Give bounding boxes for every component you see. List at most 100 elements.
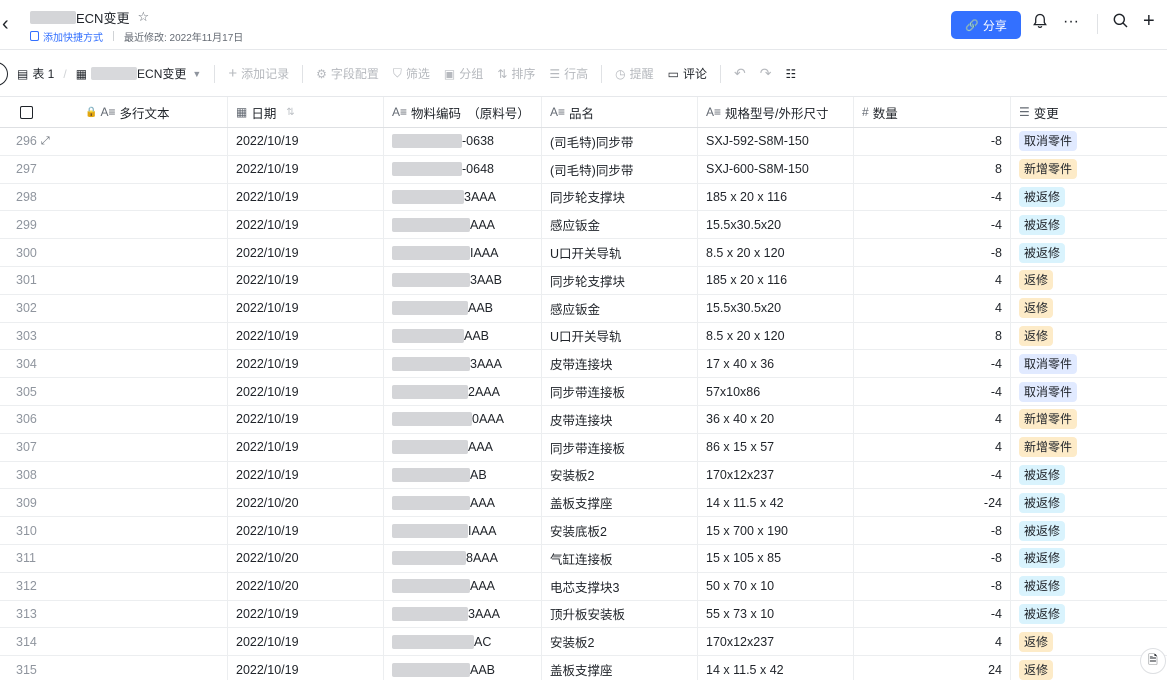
material-code-cell[interactable]: AB [384, 461, 542, 489]
name-cell[interactable]: U口开关导轨 [542, 322, 698, 350]
name-cell[interactable]: 同步轮支撑块 [542, 266, 698, 294]
date-cell[interactable]: 2022/10/19 [228, 378, 384, 405]
name-cell[interactable]: 气缸连接板 [542, 544, 698, 572]
material-code-cell[interactable]: AAB [384, 656, 542, 680]
change-cell[interactable]: 取消零件 [1011, 378, 1167, 405]
date-cell[interactable]: 2022/10/19 [228, 128, 384, 155]
bell-icon[interactable] [1033, 13, 1047, 36]
change-cell[interactable]: 返修 [1011, 295, 1167, 322]
change-cell[interactable]: 新增零件 [1011, 156, 1167, 183]
quantity-cell[interactable]: 4 [854, 433, 1011, 461]
spec-cell[interactable]: SXJ-600-S8M-150 [698, 155, 854, 183]
quantity-cell[interactable]: -4 [854, 350, 1011, 378]
expand-icon[interactable]: ⤢ [41, 135, 50, 148]
material-code-cell[interactable]: AAB [384, 294, 542, 322]
table-row[interactable]: 305 2022/10/19 2AAA 同步带连接板 57x10x86 -4 取消零件 [0, 378, 1167, 406]
material-code-cell[interactable]: AAA [384, 211, 542, 239]
table-row[interactable]: 301 2022/10/19 3AAB 同步轮支撑块 185 x 20 x 116 4 返修 [0, 266, 1167, 295]
table-row[interactable]: 313 2022/10/19 3AAA 顶升板安装板 55 x 73 x 10 -4 被返修 [0, 600, 1167, 629]
spec-cell[interactable]: 15 x 700 x 190 [698, 517, 854, 544]
name-cell[interactable]: 感应钣金 [542, 294, 698, 322]
table-row[interactable]: 300 2022/10/19 IAAA U口开关导轨 8.5 x 20 x 120 -8 被… [0, 239, 1167, 267]
row-number-cell[interactable]: 309 [0, 489, 228, 517]
quantity-cell[interactable]: 4 [854, 405, 1011, 433]
material-code-cell[interactable]: AAA [384, 489, 542, 517]
spec-cell[interactable]: 55 x 73 x 10 [698, 600, 854, 628]
undo-button[interactable]: ↶ [727, 62, 753, 86]
material-code-cell[interactable]: 0AAA [384, 405, 542, 433]
row-number-cell[interactable]: 308 [0, 461, 228, 489]
change-cell[interactable]: 被返修 [1011, 239, 1167, 266]
change-cell[interactable]: 返修 [1011, 323, 1167, 350]
material-code-cell[interactable]: -0638 [384, 128, 542, 155]
spec-cell[interactable]: 57x10x86 [698, 378, 854, 405]
date-cell[interactable]: 2022/10/20 [228, 544, 384, 572]
column-header-material-code[interactable]: A≡ 物料编码 （原料号） [384, 97, 542, 127]
name-cell[interactable]: 同步带连接板 [542, 433, 698, 461]
row-number-cell[interactable]: 299 [0, 211, 228, 239]
quantity-cell[interactable]: -8 [854, 517, 1011, 544]
name-cell[interactable]: 同步带连接板 [542, 378, 698, 405]
column-header-change[interactable]: ☰ 变更 [1011, 97, 1167, 127]
quantity-cell[interactable]: 4 [854, 266, 1011, 294]
table-row[interactable]: 298 2022/10/19 3AAA 同步轮支撑块 185 x 20 x 116 -4 被… [0, 183, 1167, 212]
name-cell[interactable]: (司毛特)同步带 [542, 155, 698, 183]
spec-cell[interactable]: 185 x 20 x 116 [698, 183, 854, 211]
quantity-cell[interactable]: 4 [854, 294, 1011, 322]
spec-cell[interactable]: SXJ-592-S8M-150 [698, 128, 854, 155]
row-number-cell[interactable]: 310 [0, 517, 228, 544]
change-cell[interactable]: 被返修 [1011, 211, 1167, 238]
quantity-cell[interactable]: -4 [854, 461, 1011, 489]
row-height-button[interactable]: ☰ 行高 [542, 62, 595, 86]
table-row[interactable]: 315 2022/10/19 AAB 盖板支撑座 14 x 11.5 x 42 24 返修 [0, 656, 1167, 680]
quantity-cell[interactable]: -24 [854, 489, 1011, 517]
row-number-cell[interactable]: 311 [0, 544, 228, 572]
date-cell[interactable]: 2022/10/19 [228, 266, 384, 294]
material-code-cell[interactable]: AC [384, 628, 542, 656]
spec-cell[interactable]: 17 x 40 x 36 [698, 350, 854, 378]
quantity-cell[interactable]: -8 [854, 544, 1011, 572]
spec-cell[interactable]: 86 x 15 x 57 [698, 433, 854, 461]
quantity-cell[interactable]: -4 [854, 600, 1011, 628]
tab-table-1[interactable]: ▤ 表 1 [10, 62, 61, 86]
date-cell[interactable]: 2022/10/19 [228, 600, 384, 628]
quantity-cell[interactable]: -8 [854, 239, 1011, 266]
date-cell[interactable]: 2022/10/19 [228, 433, 384, 461]
quantity-cell[interactable]: -4 [854, 378, 1011, 405]
table-row[interactable]: 314 2022/10/19 AC 安装板2 170x12x237 4 返修 [0, 628, 1167, 657]
quantity-cell[interactable]: -8 [854, 128, 1011, 155]
spec-cell[interactable]: 8.5 x 20 x 120 [698, 322, 854, 350]
quantity-cell[interactable]: -4 [854, 183, 1011, 211]
group-button[interactable]: ▣ 分组 [437, 62, 490, 86]
change-cell[interactable]: 被返修 [1011, 184, 1167, 211]
quantity-cell[interactable]: -4 [854, 211, 1011, 239]
search-icon[interactable] [1113, 13, 1128, 35]
spec-cell[interactable]: 14 x 11.5 x 42 [698, 489, 854, 517]
change-cell[interactable]: 被返修 [1011, 601, 1167, 628]
reminder-button[interactable]: ◷ 提醒 [608, 62, 661, 86]
row-number-cell[interactable]: 306 [0, 405, 228, 433]
column-header-quantity[interactable]: # 数量 [854, 97, 1011, 127]
date-cell[interactable]: 2022/10/19 [228, 183, 384, 211]
quantity-cell[interactable]: 4 [854, 628, 1011, 656]
material-code-cell[interactable]: 3AAA [384, 600, 542, 628]
row-number-cell[interactable]: 296 ⤢ [0, 128, 228, 155]
name-cell[interactable]: (司毛特)同步带 [542, 128, 698, 155]
table-row[interactable]: 302 2022/10/19 AAB 感应钣金 15.5x30.5x20 4 返修 [0, 294, 1167, 323]
spec-cell[interactable]: 15.5x30.5x20 [698, 211, 854, 239]
name-cell[interactable]: 安装板2 [542, 628, 698, 656]
row-number-cell[interactable]: 302 [0, 294, 228, 322]
row-number-cell[interactable]: 305 [0, 378, 228, 405]
row-number-cell[interactable]: 315 [0, 656, 228, 680]
change-cell[interactable]: 被返修 [1011, 517, 1167, 544]
select-all-checkbox[interactable] [20, 105, 33, 119]
table-row[interactable]: 304 2022/10/19 3AAA 皮带连接块 17 x 40 x 36 -4 取消零件 [0, 350, 1167, 379]
change-cell[interactable]: 取消零件 [1011, 350, 1167, 377]
row-number-cell[interactable]: 301 [0, 266, 228, 294]
spec-cell[interactable]: 14 x 11.5 x 42 [698, 656, 854, 680]
material-code-cell[interactable]: -0648 [384, 155, 542, 183]
spec-cell[interactable]: 15 x 105 x 85 [698, 544, 854, 572]
table-row[interactable]: 299 2022/10/19 AAA 感应钣金 15.5x30.5x20 -4 被返修 [0, 211, 1167, 240]
change-cell[interactable]: 取消零件 [1011, 128, 1167, 155]
spec-cell[interactable]: 50 x 70 x 10 [698, 572, 854, 600]
